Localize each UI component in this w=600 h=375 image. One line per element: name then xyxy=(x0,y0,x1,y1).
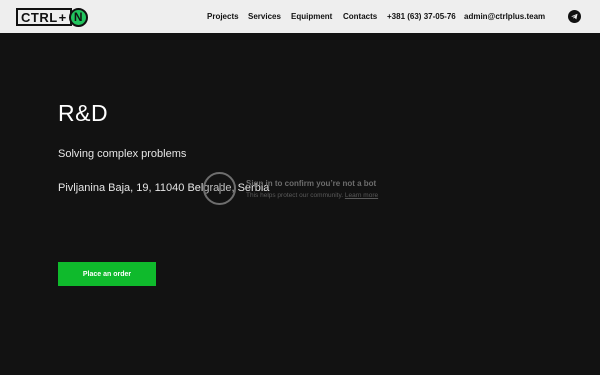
telegram-glyph xyxy=(571,13,578,20)
nav-equipment[interactable]: Equipment xyxy=(291,0,332,33)
play-icon[interactable] xyxy=(203,172,236,205)
place-order-button[interactable]: Place an order xyxy=(58,262,156,286)
nav-contacts-label: Contacts xyxy=(343,12,378,21)
bot-check-subtext: This helps protect our community. Learn … xyxy=(246,192,378,199)
nav-services[interactable]: Services xyxy=(248,0,281,33)
email-label: admin@ctrlplus.team xyxy=(464,12,546,21)
logo-badge: N xyxy=(68,7,88,27)
telegram-icon[interactable] xyxy=(568,10,581,23)
bot-check-text: Sign in to confirm you’re not a bot This… xyxy=(246,179,378,199)
page-subtitle: Solving complex problems xyxy=(58,148,187,160)
bot-check-overlay: Sign in to confirm you’re not a bot This… xyxy=(203,172,378,205)
bot-check-heading: Sign in to confirm you’re not a bot xyxy=(246,178,377,188)
nav-contacts[interactable]: Contacts xyxy=(343,0,377,33)
page-title: R&D xyxy=(58,100,109,126)
bot-check-sub: This helps protect our community. xyxy=(246,191,344,199)
nav-projects[interactable]: Projects xyxy=(207,0,239,33)
ctrlplus-logo[interactable]: CTRL + N xyxy=(16,7,88,27)
play-glyph xyxy=(218,182,221,194)
logo-plus: + xyxy=(58,9,67,25)
nav-services-label: Services xyxy=(248,12,281,21)
email-link[interactable]: admin@ctrlplus.team xyxy=(464,0,545,33)
phone-label: +381 (63) 37-05-76 xyxy=(387,12,456,21)
header-bar: CTRL + N Projects Services Equipment Con… xyxy=(0,0,600,33)
nav-equipment-label: Equipment xyxy=(291,12,333,21)
logo-wordmark: CTRL + xyxy=(16,8,72,26)
nav-projects-label: Projects xyxy=(207,12,239,21)
phone-link[interactable]: +381 (63) 37-05-76 xyxy=(387,0,456,33)
learn-more-link[interactable]: Learn more xyxy=(345,192,378,199)
logo-text: CTRL xyxy=(21,9,58,25)
